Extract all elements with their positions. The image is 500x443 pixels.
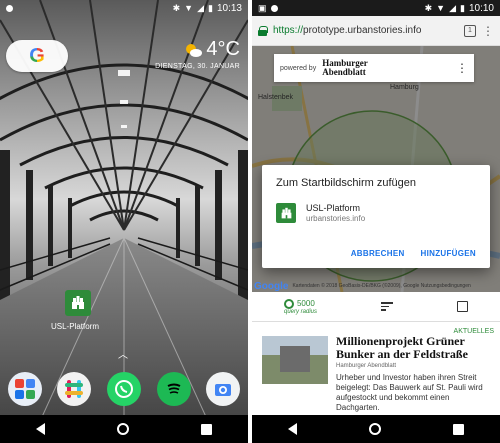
hamburg-castle-icon (72, 296, 84, 309)
article-thumbnail (262, 336, 328, 384)
battery-icon: ▮ (460, 2, 465, 13)
content-toolbar: 5000 query radius (252, 292, 500, 322)
bluetooth-icon: ✱ (424, 2, 433, 13)
signal-icon: ◢ (197, 2, 205, 13)
wifi-icon: ▼ (436, 2, 446, 13)
home-button-icon[interactable] (369, 423, 381, 435)
usl-platform-app-icon (65, 290, 91, 316)
weather-widget[interactable]: 4°C DIENSTAG, 30. JANUAR (155, 38, 240, 70)
powered-by-banner: powered by Hamburger Abendblatt ⋮ (274, 54, 474, 82)
dialog-app-name[interactable]: USL-Platform (306, 203, 365, 213)
status-bar: ✱ ▼ ◢ ▮ 10:13 (0, 0, 248, 16)
google-map-logo: Google (254, 280, 289, 292)
back-button-icon[interactable] (288, 423, 297, 435)
dialog-app-info: USL-Platform urbanstories.info (276, 203, 476, 223)
banner-menu-icon[interactable]: ⋮ (456, 61, 468, 75)
notification-dot-icon (270, 4, 278, 12)
date-label: DIENSTAG, 30. JANUAR (155, 63, 240, 70)
spotify-app-icon[interactable] (156, 372, 191, 406)
status-time: 10:10 (468, 2, 494, 14)
usl-platform-shortcut[interactable]: USL-Platform (51, 290, 100, 331)
article-card[interactable]: AKTUELLES Millionenprojekt Grüner Bunker… (252, 322, 500, 413)
battery-icon: ▮ (208, 2, 213, 13)
article-source: Hamburger Abendblatt (336, 363, 397, 370)
dialog-title: Zum Startbildschirm zufügen (276, 177, 416, 189)
bluetooth-icon: ✱ (172, 2, 181, 13)
secure-lock-icon (258, 25, 268, 36)
url-text[interactable]: https://prototype.urbanstories.info (273, 25, 458, 36)
tab-switcher-button[interactable]: 1 (464, 24, 476, 37)
status-bar: ▣ ✱ ▼ ◢ ▮ 10:10 (252, 0, 500, 16)
google-g-logo-icon: G (29, 44, 45, 67)
usl-platform-app-icon (276, 203, 296, 223)
screenshot-root: ✱ ▼ ◢ ▮ 10:13 G 4°C DIENSTAG, 30. JANUAR (0, 0, 500, 443)
temperature: 4°C (206, 38, 240, 60)
status-time: 10:13 (216, 2, 242, 14)
recents-button-icon[interactable] (453, 423, 464, 435)
browser-menu-icon[interactable]: ⋮ (482, 25, 494, 37)
query-radius-label: query radius (283, 308, 318, 315)
add-button[interactable]: HINZUFÜGEN (421, 249, 476, 258)
navigation-bar (252, 415, 500, 443)
powered-by-label: powered by (280, 64, 317, 72)
dock (0, 368, 248, 410)
hamburger-abendblatt-logo: Hamburger Abendblatt (322, 58, 368, 77)
hamburg-castle-icon (281, 207, 291, 218)
home-button-icon[interactable] (117, 423, 129, 435)
url-host: prototype.urbanstories.info (303, 25, 422, 36)
add-to-homescreen-dialog: Zum Startbildschirm zufügen USL-Platform… (262, 165, 490, 268)
partly-cloudy-icon (186, 43, 203, 57)
google-search-widget[interactable]: G (6, 40, 68, 72)
image-notification-icon: ▣ (258, 2, 267, 13)
browser-screen: ▣ ✱ ▼ ◢ ▮ 10:10 https://prototype.urbans… (252, 0, 500, 443)
signal-icon: ◢ (449, 2, 457, 13)
url-scheme: https:// (273, 25, 304, 36)
page-content: 5000 query radius AKTUELLES Millionenpro… (252, 292, 500, 415)
cancel-button[interactable]: ABBRECHEN (351, 249, 405, 258)
dialog-app-url: urbanstories.info (306, 214, 366, 223)
query-radius-value: 5000 (296, 299, 315, 308)
usl-platform-label: USL-Platform (50, 322, 99, 331)
radius-ring-icon (283, 298, 294, 309)
map-attribution[interactable]: Kartendaten © 2018 GeoBasis-DE/BKG (©200… (292, 283, 470, 289)
camera-app-icon[interactable] (206, 372, 241, 406)
article-text: Urheber und Investor haben ihren Streit … (336, 373, 483, 413)
notification-dot-icon (6, 4, 13, 12)
browser-url-bar[interactable]: https://prototype.urbanstories.info 1 ⋮ (252, 16, 500, 46)
wifi-icon: ▼ (184, 2, 194, 13)
article-title[interactable]: Millionenprojekt Grüner Bunker an der Fe… (336, 334, 494, 361)
query-radius-control[interactable]: 5000 query radius (283, 298, 318, 315)
home-screen: ✱ ▼ ◢ ▮ 10:13 G 4°C DIENSTAG, 30. JANUAR (0, 0, 248, 443)
google-apps-folder-icon[interactable] (7, 372, 42, 406)
recents-button-icon[interactable] (201, 423, 212, 435)
whatsapp-app-icon[interactable] (106, 372, 141, 406)
navigation-bar (0, 415, 248, 443)
view-toggle-icon[interactable] (456, 301, 468, 312)
app-drawer-chevron-icon[interactable]: ︿ (118, 346, 128, 361)
sort-menu-icon[interactable] (381, 302, 393, 311)
slack-app-icon[interactable] (57, 372, 92, 406)
map-footer: Google Kartendaten © 2018 GeoBasis-DE/BK… (252, 280, 500, 292)
back-button-icon[interactable] (36, 423, 45, 435)
